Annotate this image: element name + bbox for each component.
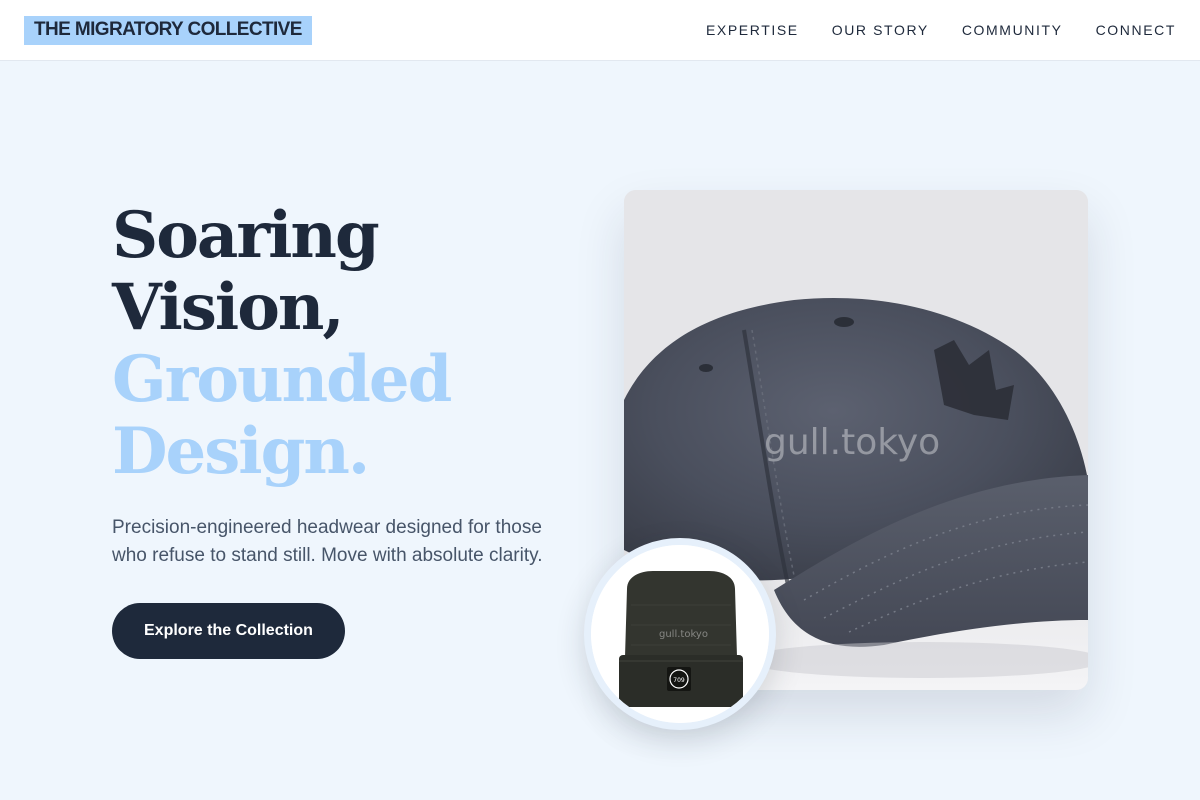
nav-link-expertise[interactable]: EXPERTISE bbox=[706, 22, 799, 38]
hero-title-line2: Vision, bbox=[112, 270, 345, 345]
hero-text: Soaring Vision, Grounded Design. Precisi… bbox=[112, 200, 582, 659]
main-image-watermark: gull.tokyo bbox=[764, 422, 941, 463]
beanie-patch-text: 709 bbox=[673, 677, 685, 684]
explore-collection-button[interactable]: Explore the Collection bbox=[112, 603, 345, 659]
nav-link-connect[interactable]: CONNECT bbox=[1096, 22, 1176, 38]
nav-link-our-story[interactable]: OUR STORY bbox=[832, 22, 929, 38]
site-header: THE MIGRATORY COLLECTIVE EXPERTISE OUR S… bbox=[0, 0, 1200, 61]
thumb-image-watermark: gull.tokyo bbox=[659, 629, 708, 640]
hero-subtitle: Precision-engineered headwear designed f… bbox=[112, 517, 543, 566]
brand-logo[interactable]: THE MIGRATORY COLLECTIVE bbox=[24, 15, 312, 45]
beanie-thumbnail[interactable]: 709 gull.tokyo bbox=[584, 538, 776, 730]
nav-link-community[interactable]: COMMUNITY bbox=[962, 22, 1063, 38]
hero-title-line4: Design. bbox=[112, 414, 370, 489]
main-nav: EXPERTISE OUR STORY COMMUNITY CONNECT bbox=[706, 22, 1176, 38]
hero-title-line1: Soaring bbox=[112, 198, 380, 273]
hero-title-line3: Grounded bbox=[112, 342, 452, 417]
hero-title: Soaring Vision, Grounded Design. bbox=[112, 200, 582, 488]
